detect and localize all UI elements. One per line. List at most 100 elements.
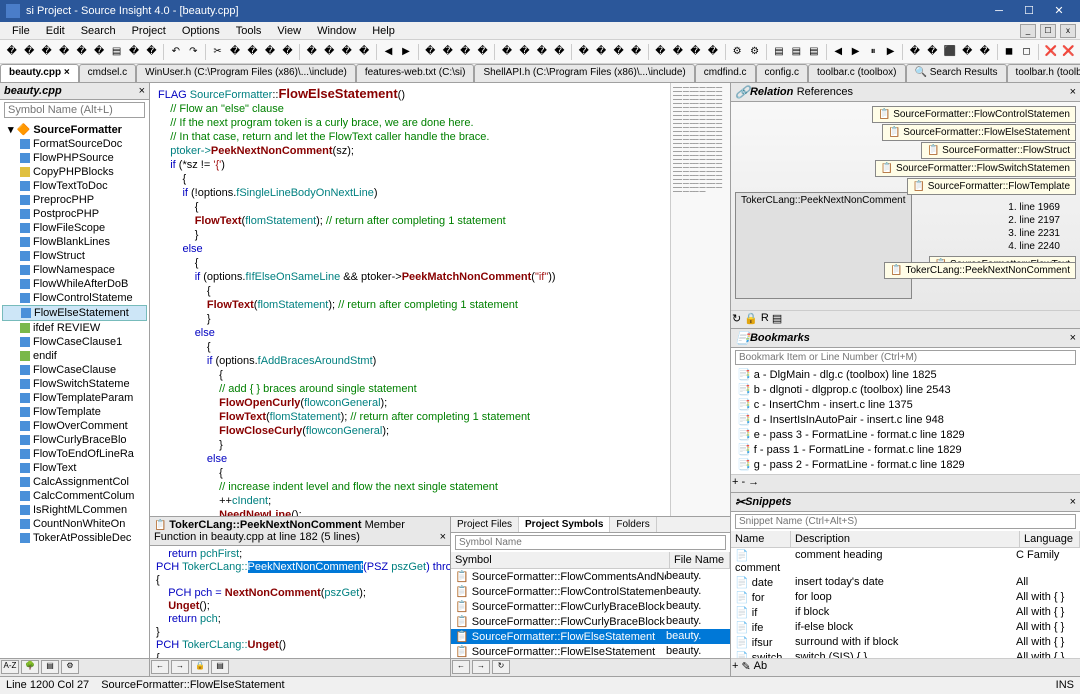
- file-tab[interactable]: ShellAPI.h (C:\Program Files (x86)\...\i…: [474, 64, 694, 82]
- toolbar-button[interactable]: ◀: [381, 43, 396, 61]
- tree-item[interactable]: CalcAssignmentCol: [2, 475, 147, 489]
- tree-item[interactable]: PostprocPHP: [2, 207, 147, 221]
- menu-options[interactable]: Options: [174, 23, 228, 39]
- toolbar-button[interactable]: ▤: [109, 43, 124, 61]
- toolbar-button[interactable]: �: [475, 43, 490, 61]
- toolbar-button[interactable]: �: [517, 43, 532, 61]
- toolbar-button[interactable]: �: [653, 43, 668, 61]
- toolbar-button[interactable]: ❌: [1043, 43, 1058, 61]
- file-tab[interactable]: config.c: [756, 64, 808, 82]
- col-file[interactable]: File Name: [670, 552, 730, 568]
- toolbar-button[interactable]: �: [280, 43, 295, 61]
- toolbar-button[interactable]: ❌: [1061, 43, 1076, 61]
- toolbar-button[interactable]: �: [670, 43, 685, 61]
- code-editor[interactable]: FLAG SourceFormatter::FlowElseStatement(…: [150, 83, 670, 516]
- tree-item[interactable]: FlowPHPSource: [2, 151, 147, 165]
- nav-back-button[interactable]: ←: [151, 660, 169, 674]
- file-tab[interactable]: toolbar.h (toolbox): [1007, 64, 1080, 82]
- toolbar-button[interactable]: �: [552, 43, 567, 61]
- toolbar-button[interactable]: �: [74, 43, 89, 61]
- tree-item[interactable]: FlowSwitchStateme: [2, 377, 147, 391]
- snippet-row[interactable]: 📄 switchswitch (SIS) { }All with { }: [731, 650, 1080, 658]
- projsym-row[interactable]: 📋 SourceFormatter::FlowCurlyBraceBlockbe…: [451, 599, 730, 614]
- tree-item[interactable]: FlowCaseClause1: [2, 335, 147, 349]
- toolbar-button[interactable]: �: [56, 43, 71, 61]
- toolbar-button[interactable]: �: [534, 43, 549, 61]
- snippet-filter[interactable]: [735, 514, 1076, 529]
- tree-root[interactable]: ▾ 🔶 SourceFormatter: [2, 122, 147, 137]
- rel-view-button[interactable]: R: [761, 312, 769, 327]
- bookmark-row[interactable]: 📑 d - InsertIsInAutoPair - insert.c line…: [731, 412, 1080, 427]
- maximize-icon[interactable]: ☐: [1014, 0, 1044, 22]
- menu-view[interactable]: View: [269, 23, 309, 39]
- snippet-row[interactable]: 📄 ifeif-else blockAll with { }: [731, 620, 1080, 635]
- relation-node[interactable]: 📋 TokerCLang::PeekNextNonComment: [884, 262, 1076, 279]
- toolbar-button[interactable]: ↷: [186, 43, 201, 61]
- toolbar-button[interactable]: �: [499, 43, 514, 61]
- sn-edit-button[interactable]: ✎: [741, 660, 750, 675]
- toolbar-button[interactable]: �: [457, 43, 472, 61]
- file-tab[interactable]: beauty.cpp ×: [0, 64, 79, 82]
- toolbar-button[interactable]: �: [440, 43, 455, 61]
- tree-item[interactable]: FlowWhileAfterDoB: [2, 277, 147, 291]
- toolbar-button[interactable]: �: [960, 43, 975, 61]
- menu-tools[interactable]: Tools: [228, 23, 270, 39]
- toolbar-button[interactable]: ⚙: [747, 43, 762, 61]
- bookmark-row[interactable]: 📑 g - pass 2 - FormatLine - format.c lin…: [731, 457, 1080, 472]
- tree-item[interactable]: FlowText: [2, 461, 147, 475]
- toolbar-button[interactable]: �: [304, 43, 319, 61]
- toolbar-button[interactable]: ◻: [1019, 43, 1034, 61]
- menu-edit[interactable]: Edit: [38, 23, 73, 39]
- close-icon[interactable]: ×: [1070, 86, 1076, 98]
- tree-item[interactable]: FlowCaseClause: [2, 363, 147, 377]
- tree-item[interactable]: FlowToEndOfLineRa: [2, 447, 147, 461]
- close-icon[interactable]: ×: [139, 85, 145, 97]
- tree-item[interactable]: FlowElseStatement: [2, 305, 147, 321]
- toolbar-button[interactable]: ⏸: [865, 43, 880, 61]
- relation-node[interactable]: TokerCLang::PeekNextNonComment: [735, 192, 912, 299]
- project-symbol-filter[interactable]: [455, 535, 726, 550]
- toolbar-button[interactable]: �: [705, 43, 720, 61]
- file-tab[interactable]: WinUser.h (C:\Program Files (x86)\...\in…: [136, 64, 356, 82]
- options-button[interactable]: ⚙: [61, 660, 79, 674]
- toolbar-button[interactable]: ▶: [848, 43, 863, 61]
- toolbar-button[interactable]: �: [688, 43, 703, 61]
- relation-line[interactable]: 2. line 2197: [1008, 215, 1060, 226]
- toolbar-button[interactable]: �: [628, 43, 643, 61]
- toolbar-button[interactable]: �: [339, 43, 354, 61]
- menu-window[interactable]: Window: [309, 23, 364, 39]
- projsym-tab[interactable]: Project Files: [451, 517, 519, 532]
- toolbar-button[interactable]: ✂: [210, 43, 225, 61]
- tree-item[interactable]: endif: [2, 349, 147, 363]
- projsym-row[interactable]: 📋 SourceFormatter::FlowElseStatementbeau…: [451, 644, 730, 658]
- relation-line[interactable]: 4. line 2240: [1008, 241, 1060, 252]
- toolbar-button[interactable]: �: [262, 43, 277, 61]
- bm-goto-button[interactable]: →: [748, 476, 759, 491]
- toolbar-button[interactable]: �: [576, 43, 591, 61]
- snippet-row[interactable]: 📄 forfor loopAll with { }: [731, 590, 1080, 605]
- file-tab[interactable]: 🔍 Search Results: [906, 64, 1007, 82]
- nav-back-button[interactable]: ←: [452, 660, 470, 674]
- tree-item[interactable]: FlowTextToDoc: [2, 179, 147, 193]
- relation-line[interactable]: 3. line 2231: [1008, 228, 1060, 239]
- menu-search[interactable]: Search: [73, 23, 124, 39]
- bookmark-filter[interactable]: [735, 350, 1076, 365]
- tree-item[interactable]: CountNonWhiteOn: [2, 517, 147, 531]
- rel-opts-button[interactable]: ▤: [772, 312, 782, 327]
- context-code[interactable]: return pchFirst;PCH TokerCLang::PeekNext…: [150, 546, 450, 658]
- menu-file[interactable]: File: [4, 23, 38, 39]
- toolbar-button[interactable]: ▶: [398, 43, 413, 61]
- tree-item[interactable]: FlowFileScope: [2, 221, 147, 235]
- tree-button[interactable]: 🌳: [21, 660, 39, 674]
- tree-item[interactable]: FlowBlankLines: [2, 235, 147, 249]
- close-icon[interactable]: ×: [1070, 332, 1076, 344]
- bm-add-button[interactable]: +: [732, 476, 738, 491]
- tree-item[interactable]: PreprocPHP: [2, 193, 147, 207]
- toolbar-button[interactable]: ↶: [168, 43, 183, 61]
- tree-item[interactable]: FlowTemplate: [2, 405, 147, 419]
- toolbar-button[interactable]: �: [126, 43, 141, 61]
- relation-line[interactable]: 1. line 1969: [1008, 202, 1060, 213]
- relation-node[interactable]: 📋 SourceFormatter::FlowSwitchStatemen: [875, 160, 1076, 177]
- toolbar-button[interactable]: �: [356, 43, 371, 61]
- tree-item[interactable]: FormatSourceDoc: [2, 137, 147, 151]
